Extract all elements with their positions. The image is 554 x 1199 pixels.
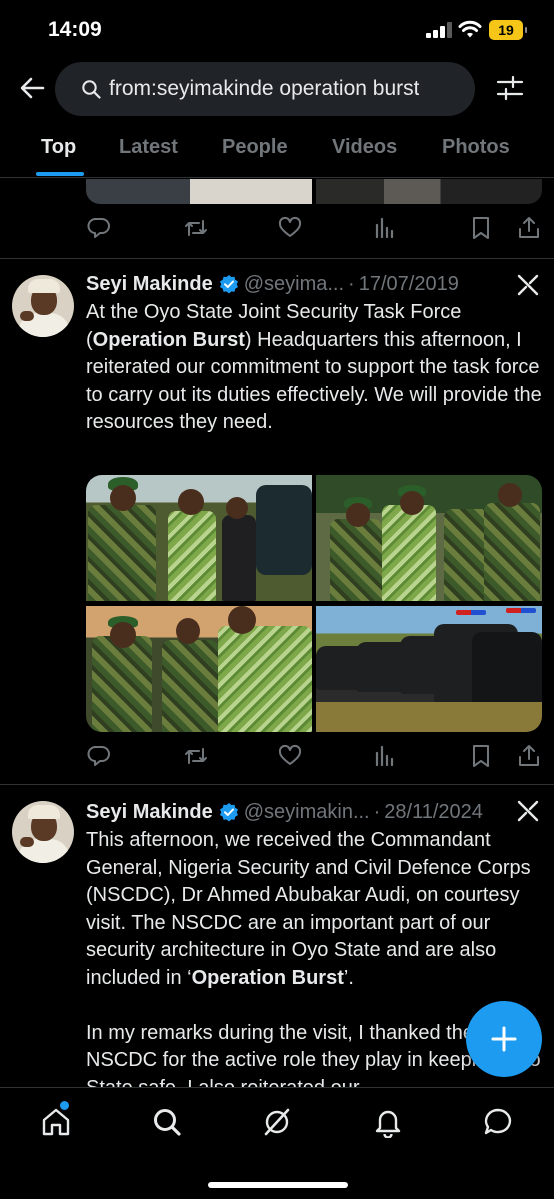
cellular-signal-icon <box>426 22 452 38</box>
like-icon[interactable] <box>277 743 303 769</box>
search-results-feed[interactable]: Seyi Makinde @seyima... · 17/07/2019 At … <box>0 179 554 1087</box>
handle[interactable]: @seyima... <box>244 273 344 296</box>
media-image[interactable] <box>316 475 542 601</box>
home-icon[interactable] <box>40 1106 72 1138</box>
tweet-text: At the Oyo State Joint Security Task For… <box>86 301 542 433</box>
tweet-date[interactable]: 17/07/2019 <box>359 273 459 296</box>
search-query: from:seyimakinde operation burst <box>109 77 420 100</box>
grok-icon[interactable] <box>261 1106 293 1138</box>
compose-post-button[interactable] <box>466 1001 542 1077</box>
avatar[interactable] <box>12 801 74 863</box>
wifi-icon <box>458 20 482 38</box>
media-image[interactable] <box>316 606 542 732</box>
tweet-header: Seyi Makinde @seyima... · 17/07/2019 <box>86 270 459 298</box>
display-name[interactable]: Seyi Makinde <box>86 801 213 824</box>
status-time: 14:09 <box>48 18 102 41</box>
search-input[interactable]: from:seyimakinde operation burst <box>55 62 475 116</box>
tab-people[interactable]: People <box>222 136 288 159</box>
media-image[interactable] <box>316 179 542 204</box>
tweet-actions <box>86 215 542 245</box>
tab-videos[interactable]: Videos <box>332 136 397 159</box>
repost-icon[interactable] <box>183 215 209 241</box>
back-arrow-icon[interactable] <box>18 74 46 102</box>
bookmark-icon[interactable] <box>468 743 494 769</box>
tab-latest[interactable]: Latest <box>119 136 178 159</box>
reply-icon[interactable] <box>86 215 112 241</box>
grok-icon[interactable] <box>516 273 540 297</box>
media-image[interactable] <box>86 606 312 732</box>
avatar[interactable] <box>12 275 74 337</box>
search-icon[interactable] <box>151 1106 183 1138</box>
plus-icon <box>491 1026 517 1052</box>
home-indicator <box>208 1182 348 1188</box>
media-image[interactable] <box>86 179 312 204</box>
status-bar: 14:09 19 <box>0 0 554 60</box>
bottom-navigation <box>0 1087 554 1199</box>
tweet-header: Seyi Makinde @seyimakin... · 28/11/2024 <box>86 798 483 826</box>
like-icon[interactable] <box>277 215 303 241</box>
views-icon[interactable] <box>372 215 398 241</box>
messages-icon[interactable] <box>482 1106 514 1138</box>
previous-tweet-media[interactable] <box>86 179 542 204</box>
reply-icon[interactable] <box>86 743 112 769</box>
media-image[interactable] <box>86 475 312 601</box>
tab-top[interactable]: Top <box>41 136 76 159</box>
verified-badge-icon <box>219 803 238 822</box>
views-icon[interactable] <box>372 743 398 769</box>
notifications-bell-icon[interactable] <box>372 1106 404 1138</box>
verified-badge-icon <box>219 275 238 294</box>
meta-separator: · <box>373 800 381 823</box>
grok-icon[interactable] <box>516 799 540 823</box>
tweet-media-grid <box>86 475 542 732</box>
battery-icon: 19 <box>489 20 527 40</box>
tweet-actions <box>86 743 542 773</box>
filter-settings-icon[interactable] <box>496 74 524 102</box>
share-icon[interactable] <box>516 743 542 769</box>
tweet-divider <box>0 258 554 259</box>
search-icon <box>82 80 101 99</box>
tab-photos[interactable]: Photos <box>442 136 510 159</box>
meta-separator: · <box>348 272 355 295</box>
handle[interactable]: @seyimakin... <box>244 801 370 824</box>
tweet-divider <box>0 784 554 785</box>
bookmark-icon[interactable] <box>468 215 494 241</box>
search-tabs: Top Latest People Videos Photos <box>0 124 554 178</box>
notification-dot <box>60 1101 69 1110</box>
active-tab-indicator <box>36 172 84 176</box>
tweet-date[interactable]: 28/11/2024 <box>384 801 483 824</box>
share-icon[interactable] <box>516 215 542 241</box>
display-name[interactable]: Seyi Makinde <box>86 273 213 296</box>
repost-icon[interactable] <box>183 743 209 769</box>
